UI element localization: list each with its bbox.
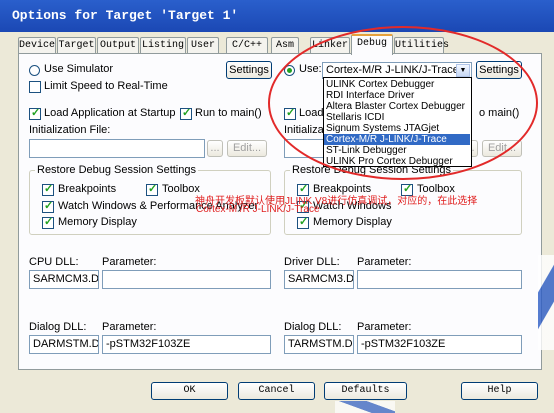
dropdown-option-stellaris-icdi[interactable]: Stellaris ICDI — [324, 112, 470, 123]
tab-output[interactable]: Output — [97, 37, 139, 54]
tab-utilities[interactable]: Utilities — [394, 37, 449, 54]
dropdown-option-ulink-cortex[interactable]: ULINK Cortex Debugger — [324, 79, 470, 90]
limit-speed-checkbox[interactable] — [29, 81, 41, 93]
right-load-app-label: Load — [299, 107, 324, 119]
cpu-dll-input[interactable]: SARMCM3.DLL — [29, 270, 99, 289]
use-label: Use: — [299, 63, 322, 75]
right-init-file-edit-button[interactable]: Edit... — [482, 140, 522, 157]
debugger-settings-button[interactable]: Settings — [476, 61, 522, 79]
right-dialog-dll-label: Dialog DLL: — [284, 321, 342, 333]
left-breakpoints-checkbox[interactable] — [42, 182, 54, 196]
init-file-label: Initialization File: — [29, 124, 111, 136]
tab-label: Utilities — [395, 40, 450, 51]
dropdown-option-jlink-jtrace[interactable]: Cortex-M/R J-LINK/J-Trace — [324, 134, 470, 145]
tab-label: Debug — [356, 38, 387, 49]
dropdown-option-rdi-interface[interactable]: RDI Interface Driver — [324, 90, 470, 101]
driver-dll-label: Driver DLL: — [284, 256, 340, 268]
tab-asm[interactable]: Asm — [271, 37, 299, 54]
browse-label: ... — [210, 142, 220, 154]
dropdown-option-signum-jtagjet[interactable]: Signum Systems JTAGjet — [324, 123, 470, 134]
defaults-button[interactable]: Defaults — [324, 382, 407, 400]
cancel-button[interactable]: Cancel — [238, 382, 315, 400]
tab-label: Output — [99, 40, 136, 51]
tab-label: Asm — [275, 40, 294, 51]
settings-label: Settings — [479, 64, 519, 76]
tab-label: Device — [19, 40, 56, 51]
window-title-bar[interactable]: Options for Target 'Target 1' — [0, 0, 554, 32]
load-app-label: Load Application at Startup — [44, 107, 176, 119]
left-breakpoints-label: Breakpoints — [58, 183, 117, 195]
tab-device[interactable]: Device — [18, 37, 56, 54]
left-dialog-dll-param-label: Parameter: — [102, 321, 157, 333]
tab-linker[interactable]: Linker — [310, 37, 350, 54]
tab-listing[interactable]: Listing — [140, 37, 186, 54]
load-app-checkbox[interactable] — [29, 106, 41, 120]
left-dialog-dll-label: Dialog DLL: — [29, 321, 87, 333]
window-title: Options for Target 'Target 1' — [12, 8, 239, 23]
use-debugger-radio[interactable] — [284, 65, 295, 76]
dropdown-option-st-link[interactable]: ST-Link Debugger — [324, 145, 470, 156]
dropdown-option-altera-blaster[interactable]: Altera Blaster Cortex Debugger — [324, 101, 470, 112]
init-file-input[interactable] — [29, 139, 205, 158]
tab-label: User — [190, 40, 215, 51]
left-watch-windows-checkbox[interactable] — [42, 199, 54, 213]
left-dialog-dll-input[interactable]: DARMSTM.DLL — [29, 335, 99, 354]
watermark-stroke — [335, 401, 395, 413]
use-simulator-label: Use Simulator — [44, 63, 114, 75]
right-dialog-dll-parameter-input[interactable]: -pSTM32F103ZE — [357, 335, 522, 354]
cpu-dll-param-label: Parameter: — [102, 256, 157, 268]
driver-dll-param-label: Parameter: — [357, 256, 412, 268]
ok-label: OK — [183, 385, 196, 396]
right-load-app-checkbox[interactable] — [284, 106, 296, 120]
watermark-stroke — [538, 255, 554, 350]
init-file-edit-button[interactable]: Edit... — [227, 140, 267, 157]
left-memory-display-checkbox[interactable] — [42, 215, 54, 229]
right-run-to-main-label: o main() — [479, 107, 520, 119]
cancel-label: Cancel — [258, 385, 295, 396]
help-label: Help — [487, 385, 512, 396]
run-to-main-checkbox[interactable] — [180, 106, 192, 120]
edit-label: Edit... — [232, 142, 262, 154]
annotation-text-line2: Cortex-M /R J-LINK/J-Trace — [196, 204, 320, 215]
dropdown-option-ulink-pro[interactable]: ULINK Pro Cortex Debugger — [324, 156, 470, 167]
right-dialog-dll-param-label: Parameter: — [357, 321, 412, 333]
left-dialog-dll-parameter-input[interactable]: -pSTM32F103ZE — [102, 335, 271, 354]
edit-label: Edit... — [487, 142, 517, 154]
use-simulator-radio[interactable] — [29, 65, 40, 76]
tab-user[interactable]: User — [187, 37, 219, 54]
tab-target[interactable]: Target — [57, 37, 96, 54]
driver-dll-input[interactable]: SARMCM3.DLL — [284, 270, 354, 289]
tab-label: C/C++ — [231, 40, 262, 51]
cpu-dll-parameter-input[interactable] — [102, 270, 271, 289]
tab-label: Target — [58, 40, 95, 51]
right-memory-display-label: Memory Display — [313, 216, 392, 228]
tab-label: Listing — [141, 40, 184, 51]
tab-c-cpp[interactable]: C/C++ — [226, 37, 268, 54]
run-to-main-label: Run to main() — [195, 107, 262, 119]
right-dialog-dll-input[interactable]: TARMSTM.DLL — [284, 335, 354, 354]
limit-speed-label: Limit Speed to Real-Time — [44, 80, 168, 92]
help-button[interactable]: Help — [461, 382, 538, 400]
debugger-select-value: Cortex-M/R J-LINK/J-Trace — [326, 64, 459, 76]
defaults-label: Defaults — [341, 385, 390, 396]
settings-label: Settings — [229, 64, 269, 76]
ok-button[interactable]: OK — [151, 382, 228, 400]
right-memory-display-checkbox[interactable] — [297, 215, 309, 229]
left-memory-display-label: Memory Display — [58, 216, 137, 228]
chevron-down-icon[interactable]: ▼ — [456, 64, 470, 77]
left-toolbox-checkbox[interactable] — [146, 182, 158, 196]
debugger-dropdown-list[interactable]: ULINK Cortex Debugger RDI Interface Driv… — [323, 77, 472, 167]
cpu-dll-label: CPU DLL: — [29, 256, 79, 268]
init-file-browse-button[interactable]: ... — [207, 140, 223, 157]
tab-debug[interactable]: Debug — [351, 34, 393, 55]
tab-label: Linker — [311, 40, 348, 51]
simulator-settings-button[interactable]: Settings — [226, 61, 272, 79]
left-restore-group-title: Restore Debug Session Settings — [35, 164, 198, 176]
driver-dll-parameter-input[interactable] — [357, 270, 522, 289]
